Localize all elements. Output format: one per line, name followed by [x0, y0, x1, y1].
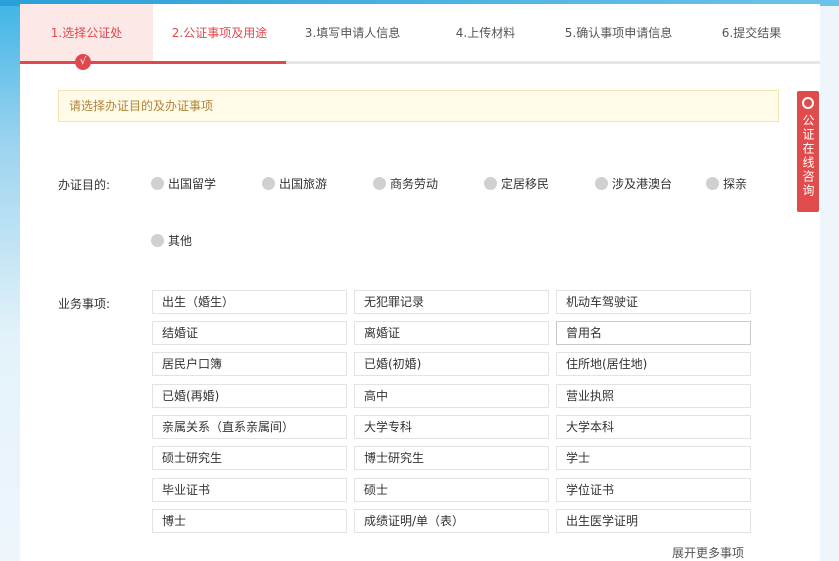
business-item[interactable]: 硕士	[354, 478, 549, 502]
step-5[interactable]: 5.确认事项申请信息	[552, 4, 685, 61]
business-item[interactable]: 营业执照	[556, 384, 751, 408]
business-item[interactable]: 学位证书	[556, 478, 751, 502]
online-consult-tab[interactable]: 公证在线咨询	[797, 91, 819, 212]
business-item[interactable]: 离婚证	[354, 321, 549, 345]
business-item[interactable]: 大学专科	[354, 415, 549, 439]
step-progress-bar	[20, 61, 286, 64]
business-item[interactable]: 博士	[152, 509, 347, 533]
business-item[interactable]: 住所地(居住地)	[556, 352, 751, 376]
business-item[interactable]: 已婚(初婚)	[354, 352, 549, 376]
radio-icon	[595, 176, 608, 190]
main-panel: 1.选择公证处 2.公证事项及用途 3.填写申请人信息 4.上传材料 5.确认事…	[20, 4, 820, 561]
business-item[interactable]: 机动车驾驶证	[556, 290, 751, 314]
business-item[interactable]: 成绩证明/单（表）	[354, 509, 549, 533]
business-item[interactable]: 硕士研究生	[152, 446, 347, 470]
business-item[interactable]: 博士研究生	[354, 446, 549, 470]
business-item[interactable]: 出生（婚生）	[152, 290, 347, 314]
purpose-option-label: 其他	[168, 233, 193, 248]
notice-banner: 请选择办证目的及办证事项	[58, 90, 779, 122]
purpose-option-label: 商务劳动	[390, 176, 439, 191]
purpose-option-label: 出国留学	[168, 176, 217, 191]
radio-icon	[484, 176, 497, 190]
business-item[interactable]: 出生医学证明	[556, 509, 751, 533]
radio-icon	[373, 176, 386, 190]
business-item[interactable]: 毕业证书	[152, 478, 347, 502]
purpose-option-immigration[interactable]: 定居移民	[484, 175, 549, 191]
step-6[interactable]: 6.提交结果	[685, 4, 818, 61]
purpose-option-label: 涉及港澳台	[612, 176, 673, 191]
step-3[interactable]: 3.填写申请人信息	[286, 4, 419, 61]
step-1[interactable]: 1.选择公证处	[20, 4, 153, 61]
step-indicator: 1.选择公证处 2.公证事项及用途 3.填写申请人信息 4.上传材料 5.确认事…	[20, 4, 820, 70]
radio-icon	[706, 176, 719, 190]
business-item[interactable]: 结婚证	[152, 321, 347, 345]
step-4[interactable]: 4.上传材料	[419, 4, 552, 61]
purpose-option-label: 探亲	[723, 176, 748, 191]
check-icon: √	[75, 54, 91, 70]
online-consult-label: 公证在线咨询	[801, 114, 815, 198]
business-item[interactable]: 学士	[556, 446, 751, 470]
purpose-option-business[interactable]: 商务劳动	[373, 175, 438, 191]
business-label: 业务事项:	[58, 297, 111, 311]
radio-icon	[151, 176, 164, 190]
purpose-option-hk-macao-taiwan[interactable]: 涉及港澳台	[595, 175, 672, 191]
show-more-link[interactable]: 展开更多事项	[672, 544, 744, 561]
business-item[interactable]: 居民户口簿	[152, 352, 347, 376]
purpose-option-travel[interactable]: 出国旅游	[262, 175, 327, 191]
purpose-option-study-abroad[interactable]: 出国留学	[151, 175, 216, 191]
purpose-option-label: 定居移民	[501, 176, 550, 191]
radio-icon	[151, 233, 164, 247]
step-2[interactable]: 2.公证事项及用途	[153, 4, 286, 61]
business-item[interactable]: 曾用名	[556, 321, 751, 345]
purpose-option-other[interactable]: 其他	[151, 232, 192, 248]
page-background-left	[0, 0, 20, 561]
business-item[interactable]: 已婚(再婚)	[152, 384, 347, 408]
business-item[interactable]: 亲属关系（直系亲属间）	[152, 415, 347, 439]
business-item[interactable]: 无犯罪记录	[354, 290, 549, 314]
purpose-option-family-visit[interactable]: 探亲	[706, 175, 747, 191]
radio-icon	[262, 176, 275, 190]
headset-icon	[802, 97, 814, 109]
purpose-option-label: 出国旅游	[279, 176, 328, 191]
business-item[interactable]: 高中	[354, 384, 549, 408]
business-item[interactable]: 大学本科	[556, 415, 751, 439]
purpose-label: 办证目的:	[58, 178, 111, 192]
